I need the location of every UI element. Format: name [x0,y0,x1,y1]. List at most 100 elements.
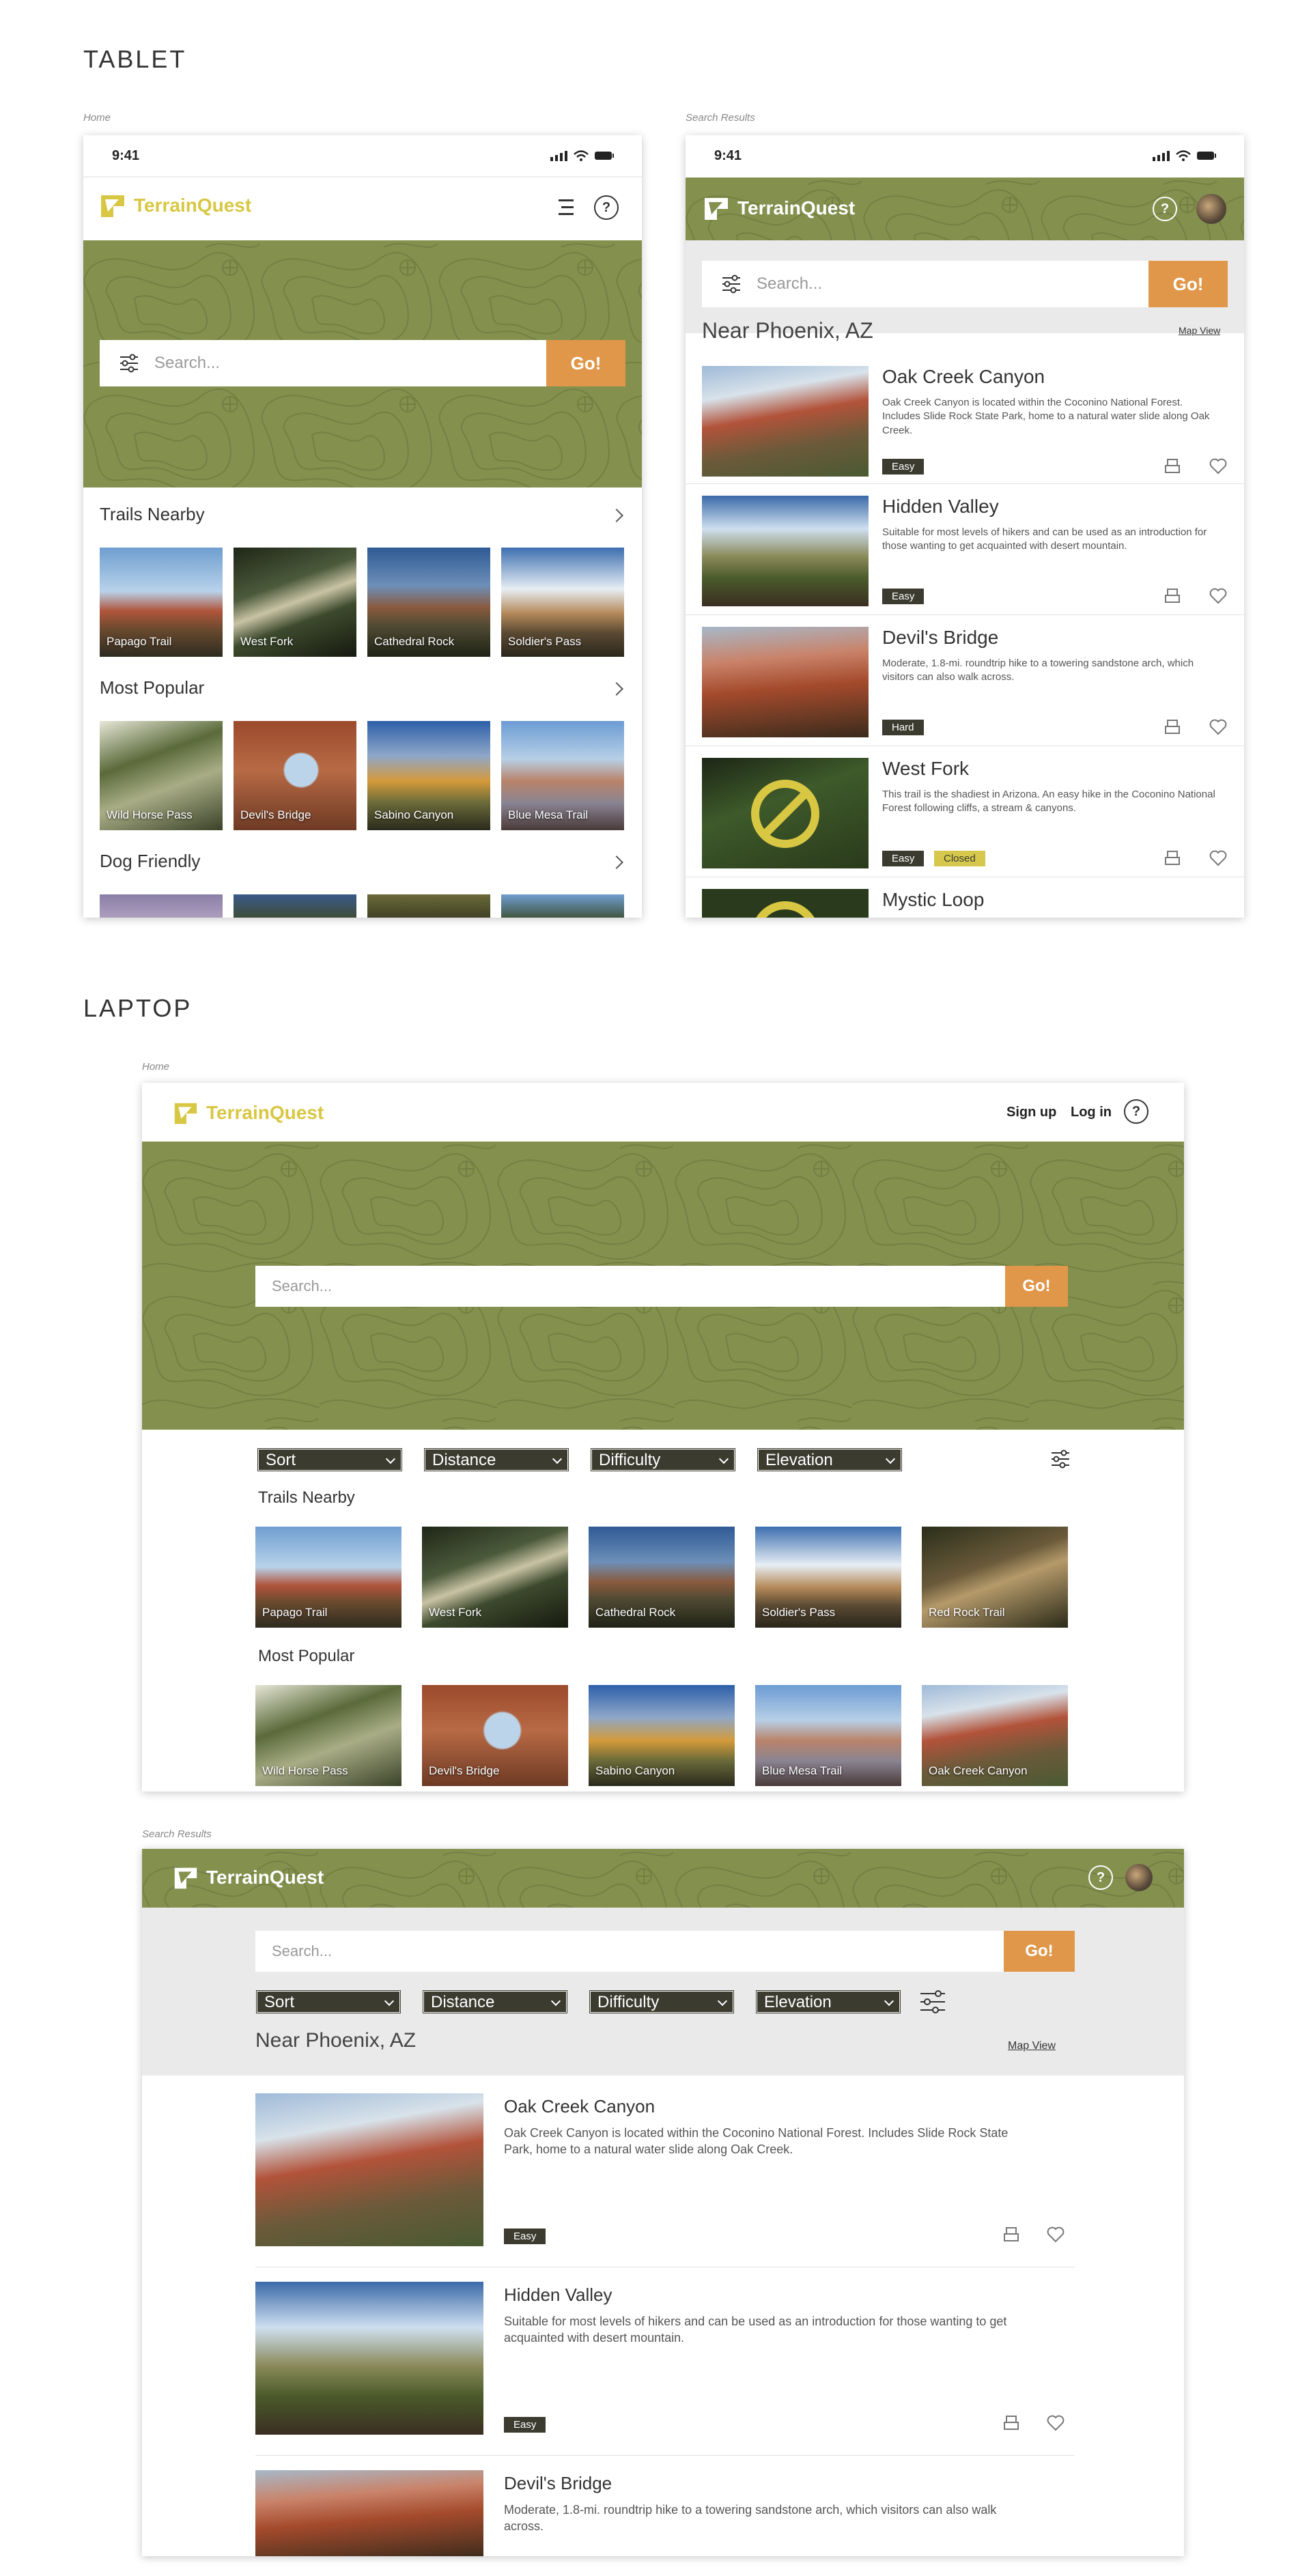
filter-sliders-icon[interactable] [119,353,139,373]
trail-card[interactable]: Soldier's Pass [755,1527,901,1628]
map-view-link[interactable]: Map View [1008,2040,1056,2052]
sign-up-link[interactable]: Sign up [1006,1105,1056,1120]
sort-dropdown[interactable]: Sort [256,1990,401,2013]
category-most-popular[interactable]: Most Popular [100,677,204,698]
difficulty-dropdown[interactable]: Difficulty [589,1990,734,2013]
heart-icon[interactable] [1046,2414,1065,2432]
elevation-dropdown[interactable]: Elevation [757,1448,902,1471]
print-icon[interactable] [1164,849,1181,867]
help-icon[interactable]: ? [1153,197,1177,221]
category-trails-nearby[interactable]: Trails Nearby [258,1488,355,1508]
location-title: Near Phoenix, AZ [255,2029,417,2052]
menu-icon[interactable] [554,197,576,218]
category-dog-friendly[interactable]: Dog Friendly [100,851,200,872]
divider [255,2455,1075,2456]
search-input[interactable]: Search... [255,1931,1004,1972]
log-in-link[interactable]: Log in [1071,1105,1112,1120]
go-button[interactable]: Go! [1005,1266,1068,1307]
distance-dropdown[interactable]: Distance [423,1990,567,2013]
difficulty-dropdown[interactable]: Difficulty [591,1448,735,1471]
print-icon[interactable] [1164,587,1181,605]
brand-logo[interactable]: TerrainQuest [702,194,855,223]
result-description: Suitable for most levels of hikers and c… [882,526,1207,552]
chevron-right-icon[interactable] [610,855,623,869]
trail-card[interactable]: Soldier's Pass [501,548,624,657]
heart-icon[interactable] [1209,457,1228,475]
difficulty-badge: Easy [504,2417,546,2433]
search-input[interactable]: Search... [255,1266,1005,1307]
help-icon[interactable]: ? [594,195,619,220]
section-title-tablet: TABLET [83,45,187,73]
brand-logo[interactable]: TerrainQuest [98,191,251,220]
brand-logo[interactable]: TerrainQuest [172,1864,324,1891]
search-input[interactable]: Search... [702,261,1148,307]
help-icon[interactable]: ? [1088,1865,1113,1890]
result-title: Devil's Bridge [882,627,999,648]
category-most-popular[interactable]: Most Popular [258,1647,354,1666]
print-icon[interactable] [1002,2226,1020,2244]
trail-card[interactable]: Oak Creek Canyon [922,1685,1068,1786]
trail-card[interactable]: Blue Mesa Trail [755,1685,901,1786]
divider [686,483,1244,484]
heart-icon[interactable] [1046,2226,1065,2244]
result-image [702,496,869,606]
results-header: TerrainQuest ? [142,1849,1184,1908]
result-image [702,366,869,477]
heart-icon[interactable] [1209,718,1228,736]
go-button[interactable]: Go! [1148,261,1228,307]
go-button[interactable]: Go! [546,340,625,386]
filter-sliders-icon[interactable] [919,1988,946,2015]
brand-logo[interactable]: TerrainQuest [172,1099,324,1127]
trail-card[interactable]: Papago Trail [100,548,223,657]
result-item[interactable]: West Fork This trail is the shadiest in … [686,747,1244,877]
filter-sliders-icon[interactable] [721,274,742,294]
result-item[interactable]: Hidden Valley Suitable for most levels o… [686,485,1244,614]
trail-card[interactable]: Sabino Canyon [589,1685,735,1786]
trail-card[interactable]: Sabino Canyon [367,721,490,830]
category-trails-nearby[interactable]: Trails Nearby [100,504,205,525]
trail-card[interactable]: Cathedral Rock [589,1527,735,1628]
elevation-dropdown[interactable]: Elevation [756,1990,901,2013]
chevron-right-icon[interactable] [610,682,623,696]
result-item[interactable]: Hidden Valley Suitable for most levels o… [255,2282,1075,2452]
trail-card[interactable]: Red Rock Trail [922,1527,1068,1628]
help-icon[interactable]: ? [1124,1099,1148,1124]
trail-card[interactable]: Blue Mesa Trail [501,721,624,830]
result-item[interactable]: Devil's Bridge Moderate, 1.8-mi. roundtr… [686,616,1244,746]
chevron-right-icon[interactable] [610,509,623,522]
result-item[interactable]: Oak Creek Canyon Oak Creek Canyon is loc… [686,354,1244,483]
trail-card[interactable]: Papago Trail [255,1527,401,1628]
heart-icon[interactable] [1209,587,1228,605]
trail-card[interactable]: Wild Horse Pass [255,1685,401,1786]
trail-card[interactable] [100,894,223,918]
trail-card[interactable]: Cathedral Rock [367,548,490,657]
results-header: TerrainQuest ? [686,178,1244,240]
trail-card[interactable] [367,894,490,918]
hero-banner: Search... Go! [83,240,642,487]
print-icon[interactable] [1164,718,1181,736]
trail-card[interactable]: West Fork [422,1527,568,1628]
print-icon[interactable] [1164,457,1181,475]
map-view-link[interactable]: Map View [1179,325,1220,336]
trail-card[interactable] [501,894,624,918]
avatar[interactable] [1196,194,1226,224]
result-title: West Fork [882,758,970,779]
trail-card[interactable] [234,894,356,918]
result-item[interactable]: Oak Creek Canyon Oak Creek Canyon is loc… [255,2093,1075,2264]
avatar[interactable] [1125,1864,1153,1891]
filter-sliders-icon[interactable] [1050,1449,1071,1469]
result-description: Moderate, 1.8-mi. roundtrip hike to a to… [882,657,1194,683]
trail-card[interactable]: Wild Horse Pass [100,721,223,830]
go-button[interactable]: Go! [1004,1931,1075,1972]
sort-dropdown[interactable]: Sort [257,1448,402,1471]
brand-name: TerrainQuest [134,195,252,216]
trail-card[interactable]: Devil's Bridge [234,721,356,830]
trail-card[interactable]: Devil's Bridge [422,1685,568,1786]
result-item[interactable]: Mystic Loop [686,878,1244,918]
distance-dropdown[interactable]: Distance [424,1448,569,1471]
result-item[interactable]: Devil's Bridge Moderate, 1.8-mi. roundtr… [255,2470,1075,2556]
search-input[interactable]: Search... [100,340,546,386]
heart-icon[interactable] [1209,849,1228,867]
trail-card[interactable]: West Fork [234,548,356,657]
print-icon[interactable] [1002,2414,1020,2432]
